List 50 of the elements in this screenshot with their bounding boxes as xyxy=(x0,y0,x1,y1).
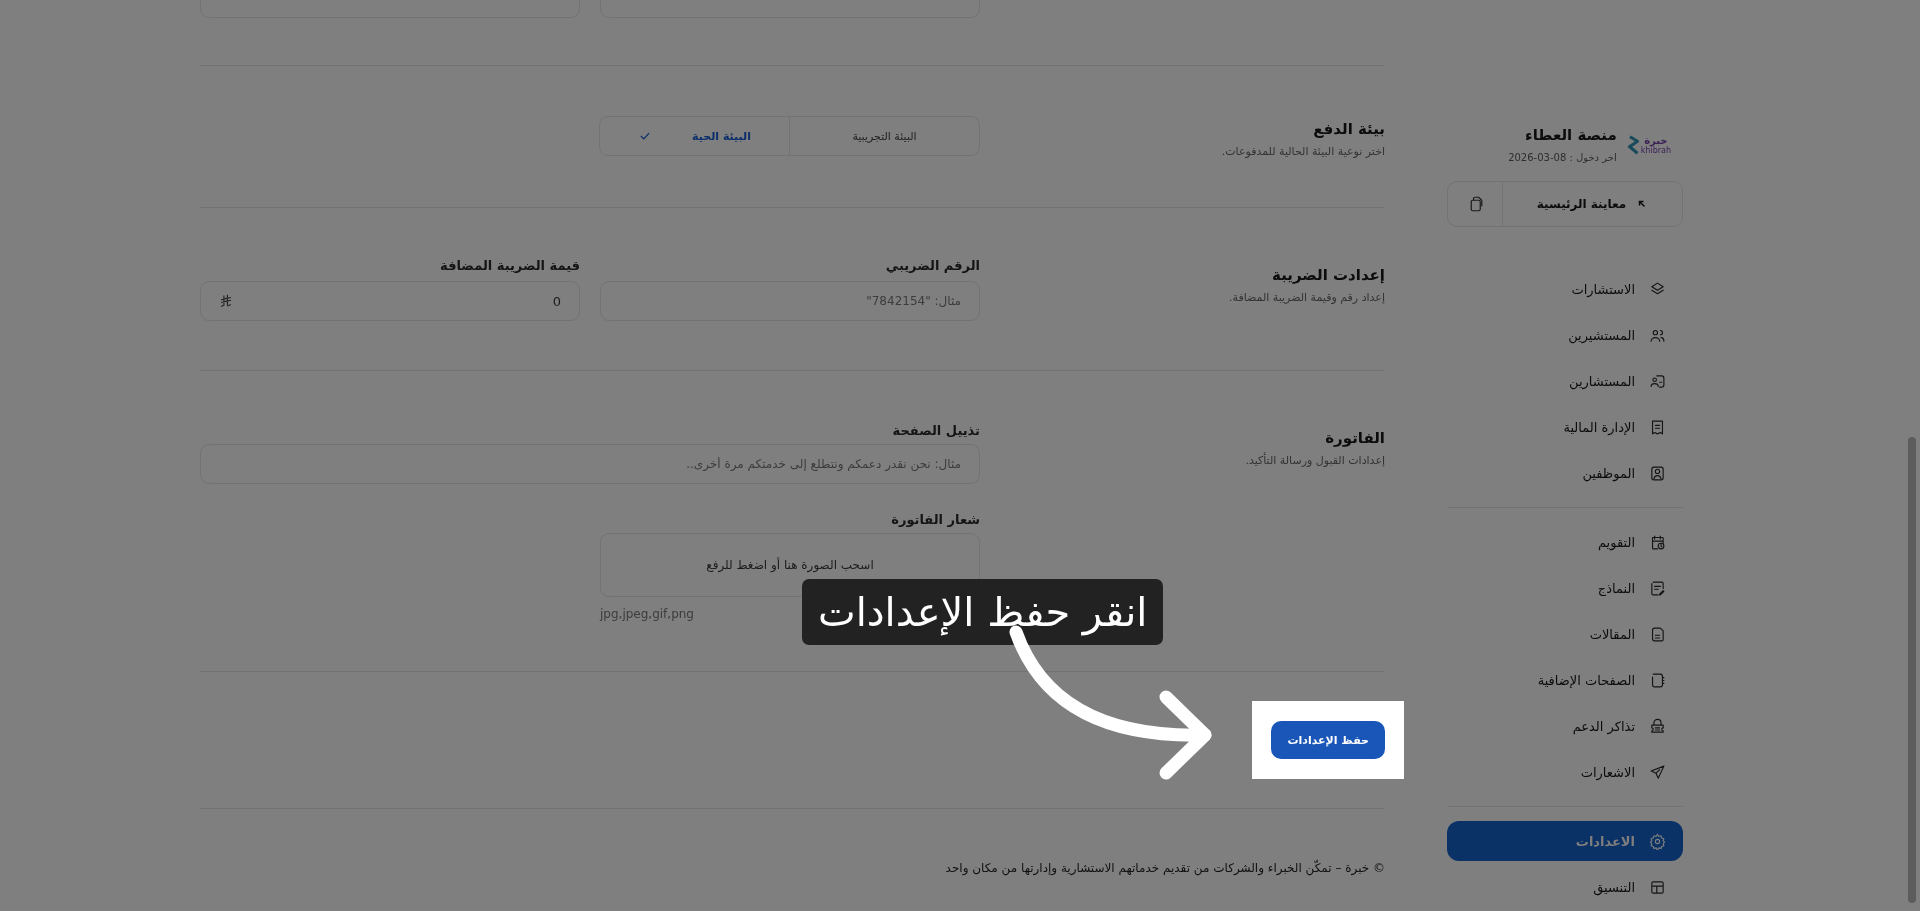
field-label: شعار الفاتورة xyxy=(890,512,980,527)
platform-title: منصة العطاء xyxy=(1525,126,1617,144)
vat-input[interactable]: 0 xyxy=(200,281,580,321)
page-icon xyxy=(1649,671,1666,689)
field-label: قيمة الضريبة المضافة xyxy=(439,258,580,273)
nav-item[interactable]: الاشعارات xyxy=(1447,752,1683,792)
nav-item[interactable]: تذاكر الدعم xyxy=(1447,706,1683,746)
user-card-icon xyxy=(1649,372,1666,390)
scrollbar-thumb[interactable] xyxy=(1908,437,1916,903)
file-types-hint: jpg,jpeg,gif,png xyxy=(600,607,695,621)
send-icon xyxy=(1649,763,1666,781)
nav-item[interactable]: التقويم xyxy=(1447,522,1683,562)
save-settings-button[interactable]: حفظ الإعدادات xyxy=(1271,721,1385,759)
environment-option[interactable]: البيئة الحية xyxy=(600,117,790,155)
nav-item[interactable]: الصفحات الإضافية xyxy=(1447,660,1683,700)
section-title: إعدادت الضريبة xyxy=(1271,266,1385,284)
tax-number-input[interactable]: مثال: "7842154" xyxy=(600,281,980,321)
form-edit-icon xyxy=(1649,579,1666,597)
field-label: الرقم الضريبي xyxy=(884,258,980,273)
preview-label: معاينة الرئيسية xyxy=(1536,197,1627,211)
nav-item[interactable]: الإدارة المالية xyxy=(1447,407,1683,447)
calendar-icon xyxy=(1649,533,1666,551)
environment-option[interactable]: البيئة التجريبية xyxy=(790,117,979,155)
user-badge-icon xyxy=(1649,464,1666,482)
logo-text: خبرة xyxy=(1644,135,1668,146)
layout-icon xyxy=(1649,878,1666,896)
section-description: إعداد رقم وقيمة الضريبة المضافة. xyxy=(1228,291,1385,304)
section-title: الفاتورة xyxy=(1324,429,1385,447)
nav-item[interactable]: المستشارين xyxy=(1447,361,1683,401)
nav-item[interactable]: الاستشارات xyxy=(1447,269,1683,309)
section-title: بيئة الدفع xyxy=(1312,120,1385,138)
settings-icon xyxy=(1649,832,1666,850)
nav-item[interactable]: التنسيق xyxy=(1447,867,1683,907)
document-icon xyxy=(1649,625,1666,643)
receipt-icon xyxy=(1649,418,1666,436)
logo-subtext: khibrah xyxy=(1640,145,1671,155)
logo-icon xyxy=(1626,134,1639,156)
field-label: تذييل الصفحة xyxy=(891,423,980,438)
nav-item[interactable]: الموظفين xyxy=(1447,453,1683,493)
nav-item[interactable]: المستشيرين xyxy=(1447,315,1683,355)
last-login-date: اخر دخول : 08-03-2026 xyxy=(1508,152,1617,163)
footer-text: © خبرة – تمكّن الخبراء والشركات من تقديم خدماتهم الاستشارية وإدارتها من مكان واحد xyxy=(944,861,1385,875)
callout-tooltip: انقر حفظ الإعدادات xyxy=(802,579,1164,645)
section-description: إعدادات القبول ورسالة التأكيد. xyxy=(1244,454,1385,467)
riyal-currency-icon xyxy=(219,294,233,308)
nav-item[interactable]: الاعدادات xyxy=(1447,821,1683,861)
preview-button[interactable]: معاينة الرئيسية xyxy=(1447,181,1683,227)
nav-item[interactable]: المقالات xyxy=(1447,614,1683,654)
section-description: اختر نوعية البيئة الحالية للمدفوعات. xyxy=(1220,145,1385,158)
nav-item[interactable]: النماذج xyxy=(1447,568,1683,608)
